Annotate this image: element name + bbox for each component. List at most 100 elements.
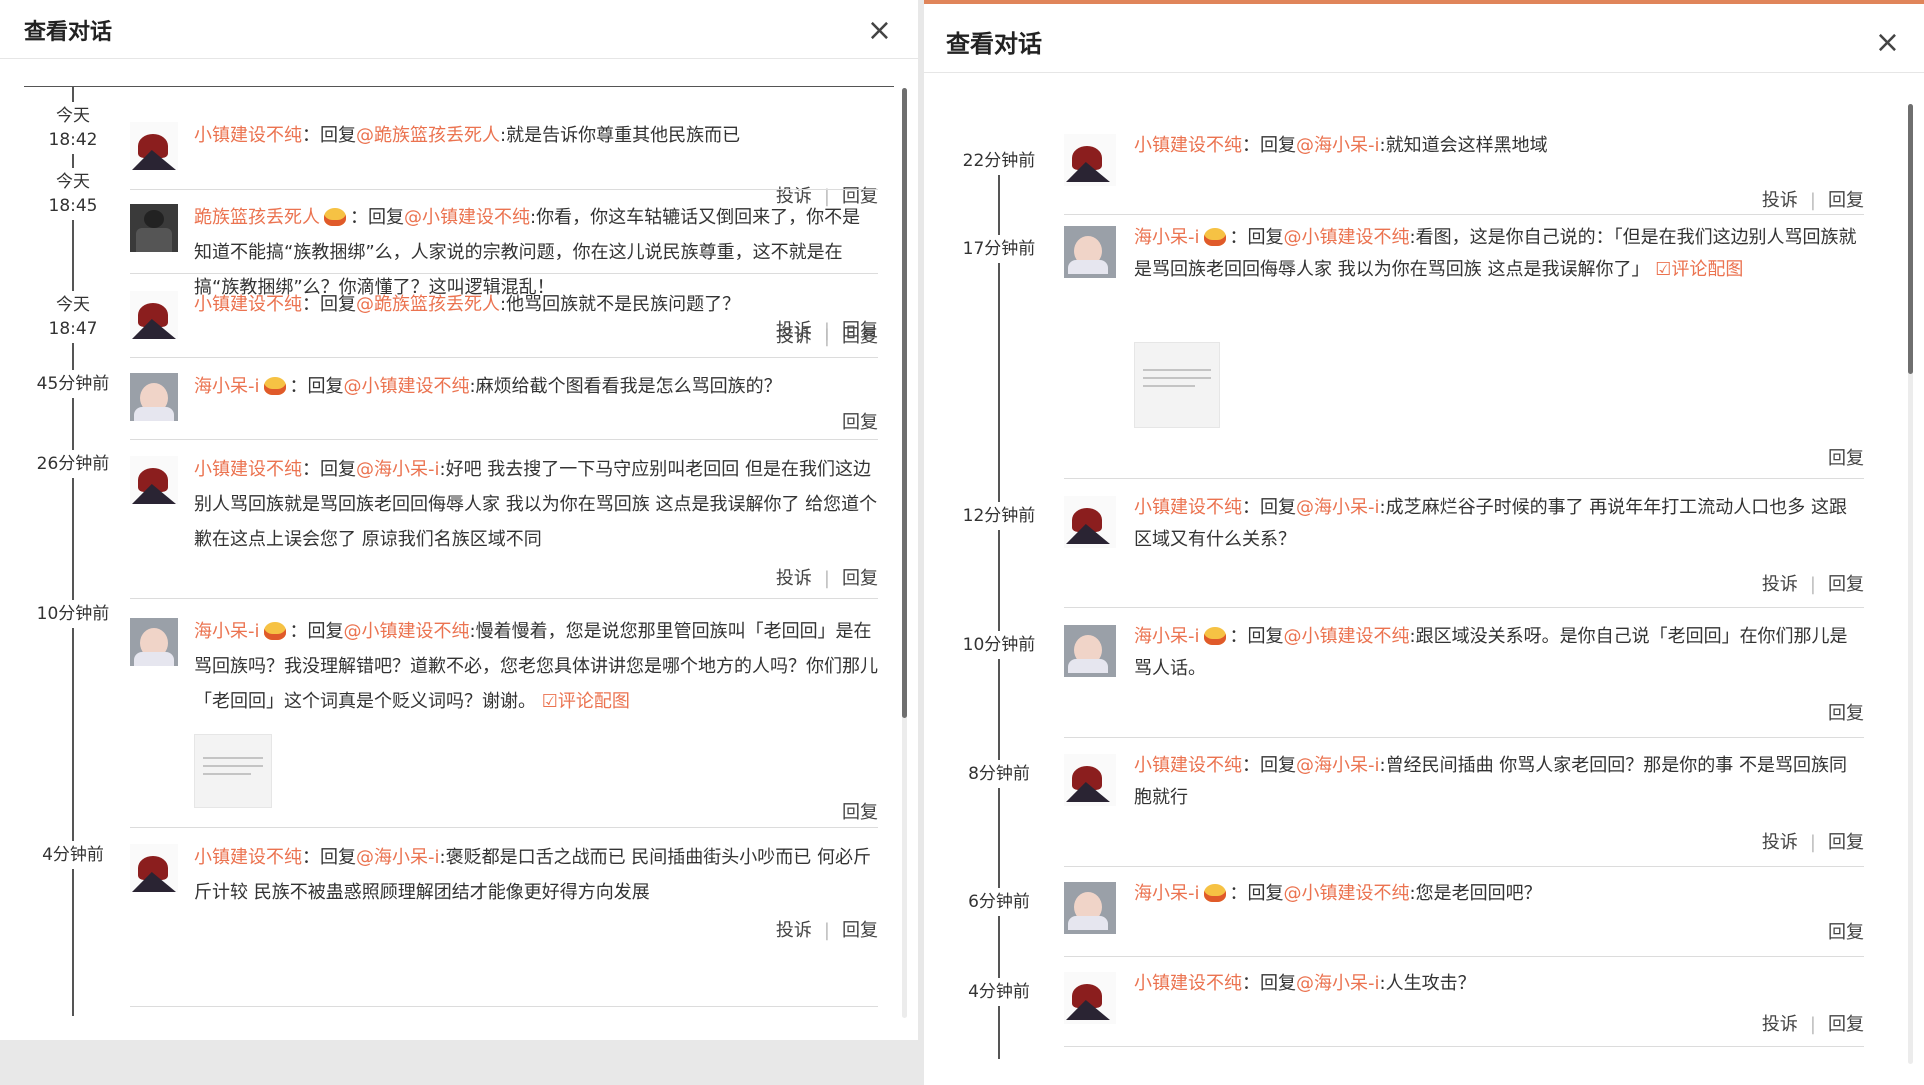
comment-item: 海小呆-i ：回复@小镇建设不纯:跟区域没关系呀。是你自己说「老回回」在你们那儿是… [1064,625,1864,725]
conversation-feed[interactable]: 22分钟前 17分钟前 12分钟前 10分钟前 8分钟前 6分钟前 4分钟前 小… [924,104,1899,1064]
avatar[interactable] [130,204,178,252]
comment-actions: 投诉 | 回复 [775,568,878,589]
avatar[interactable] [1064,496,1116,548]
username-link[interactable]: 小镇建设不纯 [194,847,302,868]
report-button[interactable]: 投诉 [1762,574,1798,595]
avatar[interactable] [1064,972,1116,1024]
mention-link[interactable]: @海小呆-i [356,459,440,480]
conversation-dialog-right: 查看对话 × 22分钟前 17分钟前 12分钟前 10分钟前 8分钟前 6分钟前… [924,0,1924,1085]
timestamp: 22分钟前 [944,147,1054,175]
timeline-line [72,86,74,1016]
reply-button[interactable]: 回复 [1828,832,1864,853]
username-link[interactable]: 海小呆-i [194,376,260,397]
username-link[interactable]: 小镇建设不纯 [194,294,302,315]
avatar[interactable] [1064,754,1116,806]
mention-link[interactable]: @海小呆-i [1296,497,1380,518]
mention-link[interactable]: @跪族篮孩丢死人 [356,125,500,146]
username-link[interactable]: 小镇建设不纯 [1134,135,1242,156]
comment-image-thumbnail[interactable] [1134,342,1220,428]
divider [1064,866,1864,867]
username-link[interactable]: 海小呆-i [194,621,260,642]
username-link[interactable]: 小镇建设不纯 [1134,497,1242,518]
vip-badge-icon [1203,627,1226,645]
comment-actions: 投诉 | 回复 [1761,1014,1864,1035]
avatar[interactable] [1064,134,1116,186]
reply-button[interactable]: 回复 [842,802,878,823]
reply-button[interactable]: 回复 [1828,190,1864,211]
username-link[interactable]: 小镇建设不纯 [1134,973,1242,994]
comment-item: 小镇建设不纯：回复@海小呆-i:就知道会这样黑地域 投诉 | 回复 [1064,134,1864,214]
mention-link[interactable]: @海小呆-i [1296,135,1380,156]
avatar[interactable] [130,122,178,170]
avatar[interactable] [130,456,178,504]
comment-text: 小镇建设不纯：回复@海小呆-i:褒贬都是口舌之战而已 民间插曲街头小吵而已 何必… [194,847,872,903]
comment-item: 小镇建设不纯：回复@跪族篮孩丢死人:他骂回族就不是民族问题了？ 投诉 | 回复 [130,291,878,351]
reply-button[interactable]: 回复 [1828,1014,1864,1035]
avatar[interactable] [130,373,178,421]
comment-text: 小镇建设不纯：回复@海小呆-i:好吧 我去搜了一下马守应别叫老回回 但是在我们这… [194,459,878,550]
comment-text: 海小呆-i ：回复@小镇建设不纯:看图，这是你自己说的：「但是在我们这边别人骂回族… [1134,227,1857,280]
mention-link[interactable]: @小镇建设不纯 [344,376,470,397]
comment-image-link[interactable]: ☑评论配图 [1655,259,1743,280]
mention-link[interactable]: @海小呆-i [1296,973,1380,994]
divider [1064,956,1864,957]
mention-link[interactable]: @小镇建设不纯 [404,207,530,228]
divider [1064,607,1864,608]
reply-button[interactable]: 回复 [842,412,878,433]
divider [1064,1046,1864,1047]
report-button[interactable]: 投诉 [1762,832,1798,853]
report-button[interactable]: 投诉 [776,568,812,589]
mention-link[interactable]: @小镇建设不纯 [1284,883,1410,904]
avatar[interactable] [130,618,178,666]
reply-button[interactable]: 回复 [1828,703,1864,724]
avatar[interactable] [1064,226,1116,278]
close-icon[interactable]: × [1875,28,1900,58]
avatar[interactable] [130,291,178,339]
comment-image-link[interactable]: ☑评论配图 [542,691,630,712]
comment-item: 海小呆-i ：回复@小镇建设不纯:看图，这是你自己说的：「但是在我们这边别人骂回族… [1064,226,1864,476]
reply-button[interactable]: 回复 [1828,448,1864,469]
scrollbar-thumb[interactable] [902,88,907,718]
comment-text: 小镇建设不纯：回复@海小呆-i:人生攻击？ [1134,973,1476,994]
avatar[interactable] [1064,882,1116,934]
mention-link[interactable]: @跪族篮孩丢死人 [356,294,500,315]
avatar[interactable] [1064,625,1116,677]
report-button[interactable]: 投诉 [776,320,812,341]
report-button[interactable]: 投诉 [1762,190,1798,211]
comment-actions: 投诉 | 回复 [1761,190,1864,211]
comment-actions: 回复 [1828,444,1864,470]
comment-image-thumbnail[interactable] [194,734,272,808]
username-link[interactable]: 小镇建设不纯 [194,125,302,146]
comment-item: 小镇建设不纯：回复@海小呆-i:好吧 我去搜了一下马守应别叫老回回 但是在我们这… [130,456,878,596]
username-link[interactable]: 海小呆-i [1134,883,1200,904]
username-link[interactable]: 海小呆-i [1134,227,1200,248]
mention-link[interactable]: @海小呆-i [356,847,440,868]
reply-button[interactable]: 回复 [842,320,878,341]
mention-link[interactable]: @小镇建设不纯 [1284,626,1410,647]
username-link[interactable]: 海小呆-i [1134,626,1200,647]
comment-item: 小镇建设不纯：回复@海小呆-i:成芝麻烂谷子时候的事了 再说年年打工流动人口也多… [1064,496,1864,606]
close-icon[interactable]: × [867,16,892,46]
reply-button[interactable]: 回复 [842,568,878,589]
username-link[interactable]: 小镇建设不纯 [1134,755,1242,776]
divider [1064,737,1864,738]
report-button[interactable]: 投诉 [1762,1014,1798,1035]
scrollbar-thumb[interactable] [1908,104,1913,374]
report-button[interactable]: 投诉 [776,920,812,941]
username-link[interactable]: 小镇建设不纯 [194,459,302,480]
mention-link[interactable]: @小镇建设不纯 [344,621,470,642]
comment-item: 小镇建设不纯：回复@海小呆-i:人生攻击？ 投诉 | 回复 [1064,972,1864,1052]
dialog-title: 查看对话 [946,30,1042,58]
username-link[interactable]: 跪族篮孩丢死人 [194,207,320,228]
comment-item: 小镇建设不纯：回复@跪族篮孩丢死人:就是告诉你尊重其他民族而已 投诉 | 回复 [130,122,878,207]
timestamp: 今天 18:45 [18,168,128,220]
mention-link[interactable]: @小镇建设不纯 [1284,227,1410,248]
reply-button[interactable]: 回复 [1828,922,1864,943]
mention-link[interactable]: @海小呆-i [1296,755,1380,776]
avatar[interactable] [130,844,178,892]
reply-button[interactable]: 回复 [842,920,878,941]
vip-badge-icon [1203,228,1226,246]
conversation-feed[interactable]: 今天 18:42 今天 18:45 今天 18:47 45分钟前 26分钟前 10分钟… [0,86,900,1016]
reply-button[interactable]: 回复 [1828,574,1864,595]
timestamp: 8分钟前 [944,760,1054,788]
